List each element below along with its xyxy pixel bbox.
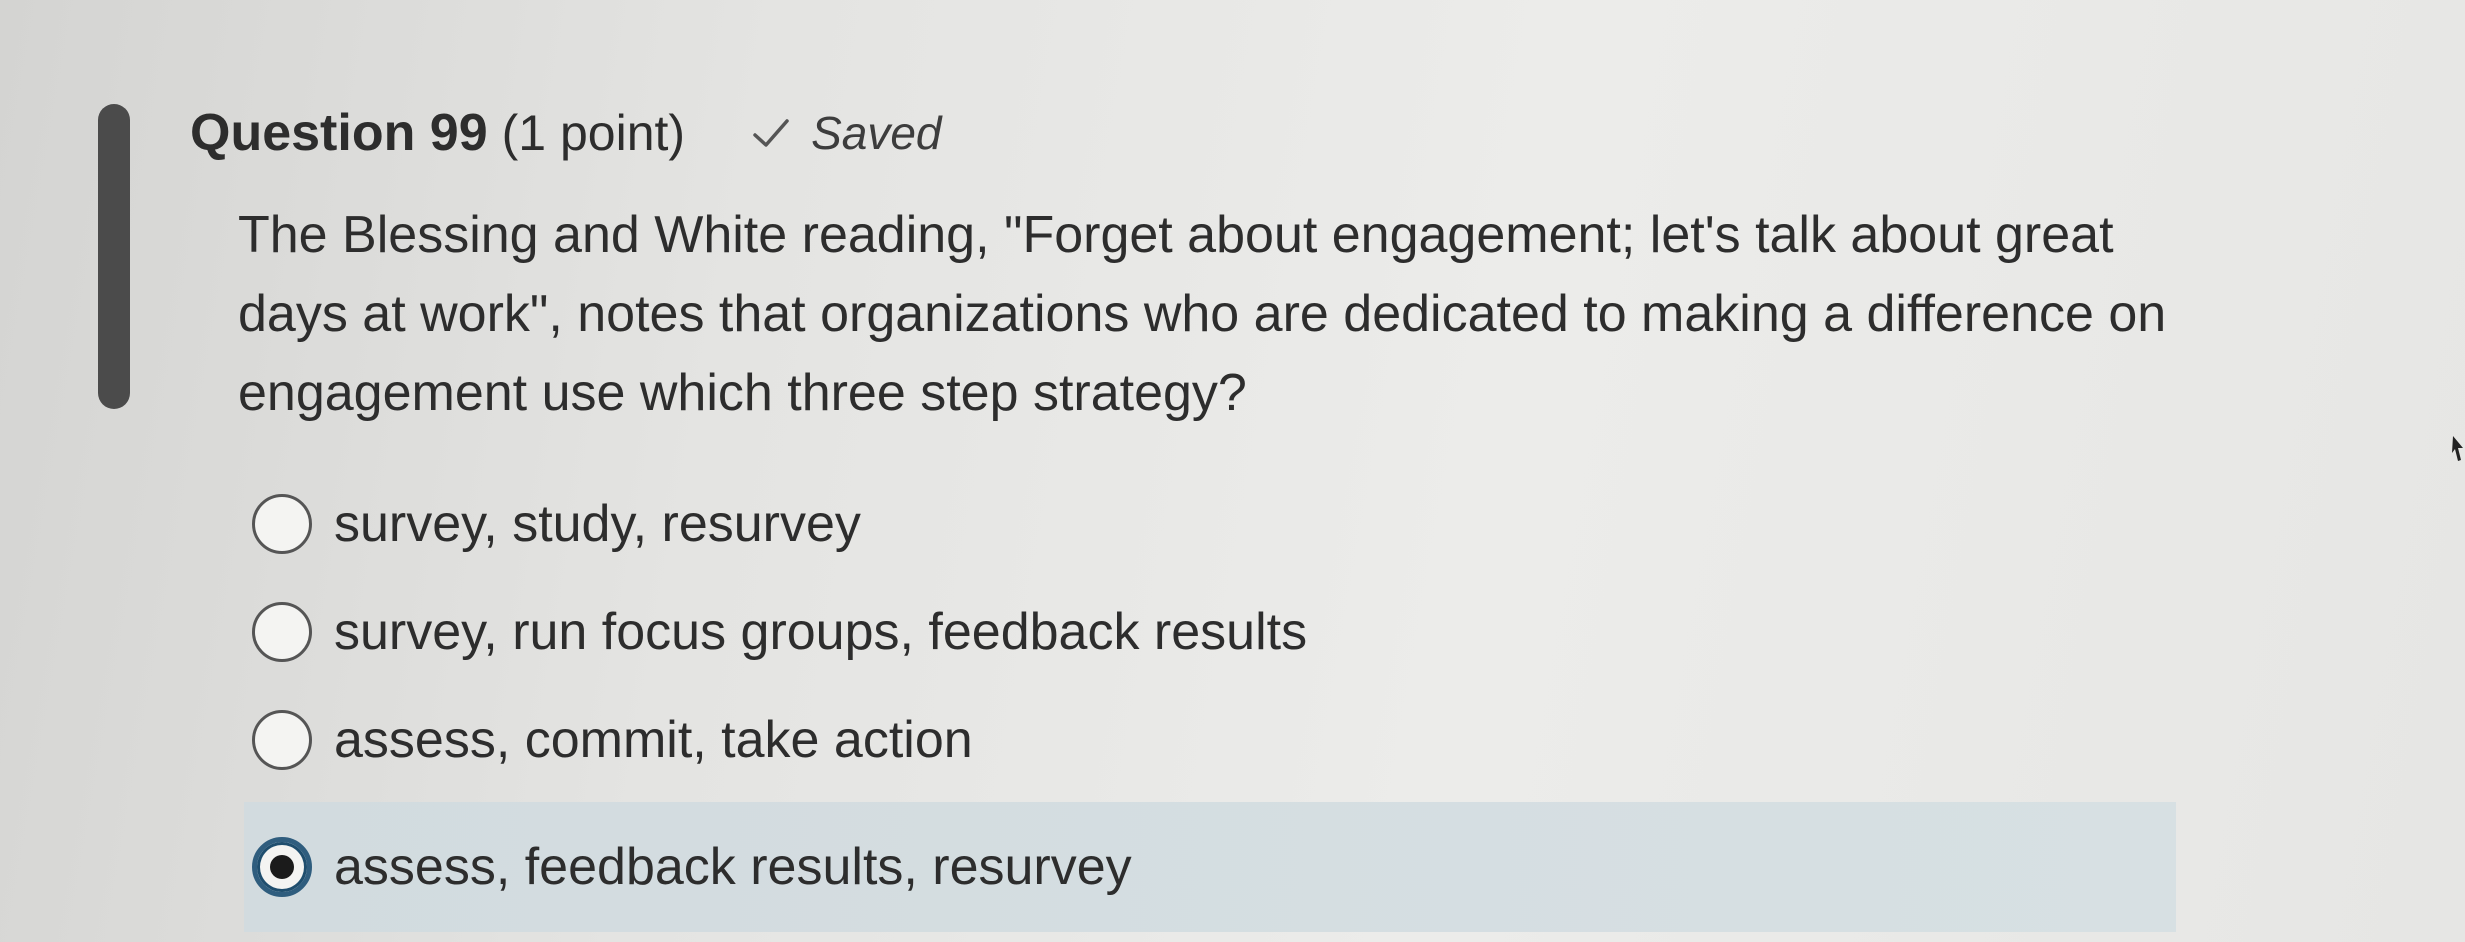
option-label: survey, study, resurvey [334, 495, 861, 553]
answer-option-selected[interactable]: assess, feedback results, resurvey [244, 802, 2176, 932]
radio-button[interactable] [252, 494, 312, 554]
question-points: (1 point) [501, 105, 686, 161]
answer-option[interactable]: survey, study, resurvey [244, 470, 2176, 578]
question-marker-bar [98, 104, 130, 409]
question-title: Question 99 [190, 104, 488, 162]
mouse-cursor-icon [2451, 434, 2465, 464]
radio-button[interactable] [252, 602, 312, 662]
question-header: Question 99 (1 point) Saved [190, 98, 942, 168]
radio-button-checked[interactable] [252, 837, 312, 897]
option-label: assess, commit, take action [334, 711, 973, 769]
option-label: survey, run focus groups, feedback resul… [334, 603, 1308, 661]
radio-button[interactable] [252, 710, 312, 770]
answer-option[interactable]: assess, commit, take action [244, 686, 2176, 794]
option-label: assess, feedback results, resurvey [334, 838, 1132, 896]
check-icon [749, 111, 793, 155]
answer-options: survey, study, resurvey survey, run focu… [244, 470, 2176, 932]
answer-option[interactable]: survey, run focus groups, feedback resul… [244, 578, 2176, 686]
question-text: The Blessing and White reading, "Forget … [238, 206, 2167, 422]
saved-status: Saved [811, 107, 942, 159]
